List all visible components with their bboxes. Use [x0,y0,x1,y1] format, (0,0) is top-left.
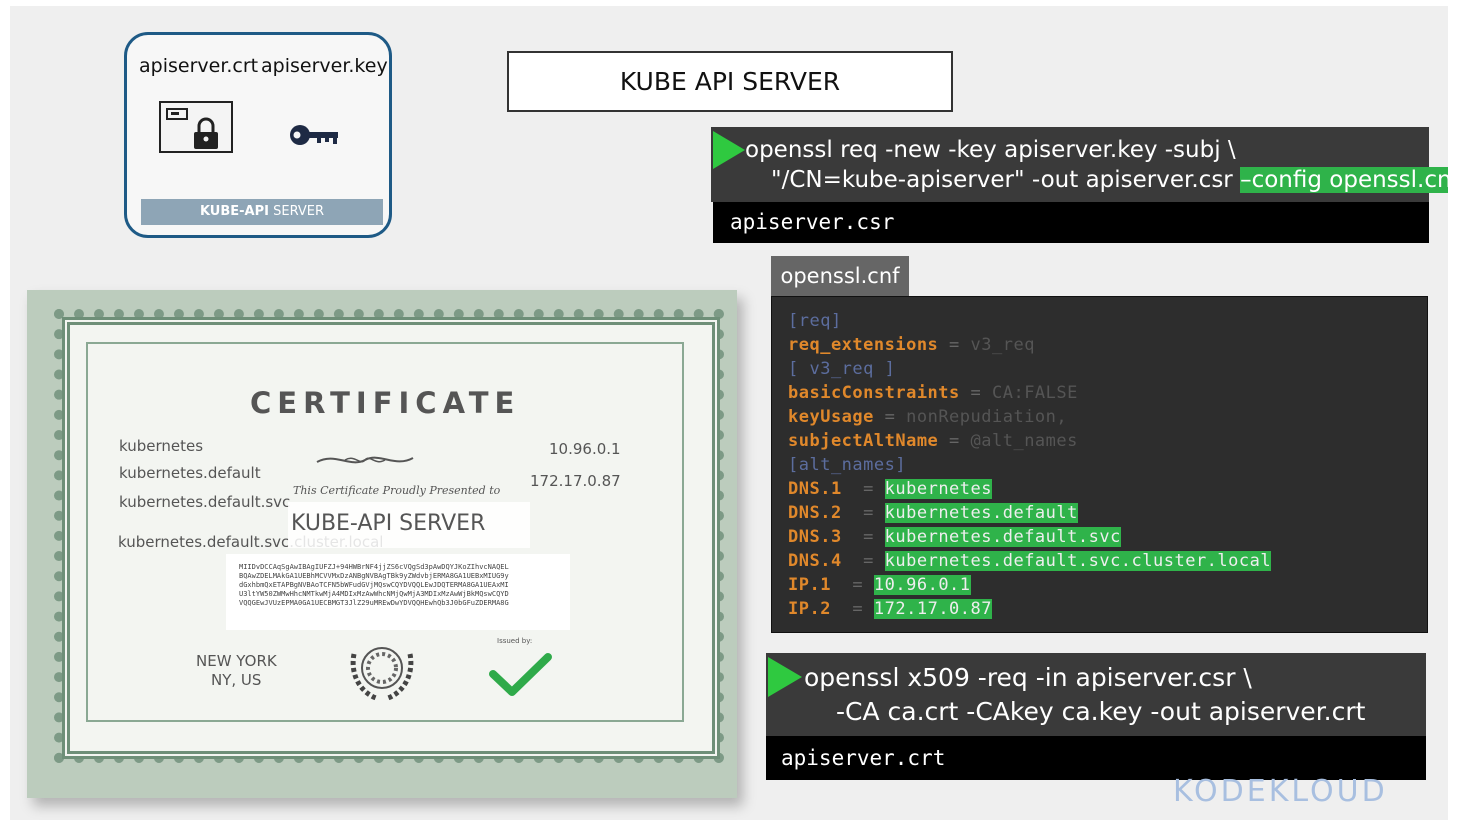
hash-line: dGxhbmQxETAPBgNVBAoTCFN5bWFudGVjMQswCQYD… [239,581,509,589]
cnf-line: keyUsage = nonRepudiation, [788,407,1068,427]
play-icon [768,657,802,697]
cnf-dns-entry: DNS.4 = kubernetes.default.svc.cluster.l… [788,551,1272,571]
hash-line: BQAwZDELMAkGA1UEBhMCVVMxDzANBgNVBAgTBk9y… [239,572,509,580]
laurel-wreath-icon [350,647,414,701]
certificate-subject: KUBE-API SERVER [291,511,486,536]
checkmark-icon [489,653,552,696]
certificate-title: CERTIFICATE [250,386,521,420]
crt-file-label: apiserver.crt [139,55,259,77]
cnf-ip-entry: IP.1 = 10.96.0.1 [788,575,971,595]
kodekloud-logo: KODEKLOUD [1173,774,1388,809]
cert-name: kubernetes.default [119,464,261,482]
crt-output-text: apiserver.crt [781,746,946,770]
cnf-dns-entry: DNS.3 = kubernetes.default.svc [788,527,1121,547]
cert-ip: 10.96.0.1 [549,440,621,458]
cnf-line: [alt_names] [788,455,907,475]
server-footer-label: KUBE-API SERVER [141,199,383,225]
hash-line: U3ltYW50ZWMwHhcNMTkwMjA4MDIxMzAwWhcNMjQw… [239,590,509,598]
hash-line: MIIDvDCCAqSgAwIBAgIUFZJ+94HWBrNF4jjZS6cV… [239,563,509,571]
sign-command-line2: -CA ca.crt -CAkey ca.key -out apiserver.… [836,697,1366,726]
cnf-file-tab: openssl.cnf [771,256,909,296]
cnf-line: subjectAltName = @alt_names [788,431,1078,451]
cnf-dns-entry: DNS.2 = kubernetes.default [788,503,1078,523]
cert-location-city: NEW YORK [196,652,277,670]
cnf-line: [req] [788,311,842,331]
slide-title: KUBE API SERVER [507,51,953,112]
cert-name: kubernetes.default.svc [119,493,291,511]
cnf-line: [ v3_req ] [788,359,896,379]
presented-text: This Certificate Proudly Presented to [293,484,501,497]
slide: apiserver.crt apiserver.key KUBE-API SER… [10,6,1448,820]
csr-command-block: openssl req -new -key apiserver.key -sub… [711,127,1448,202]
cnf-line: req_extensions = v3_req [788,335,1035,355]
sign-command-line1: openssl x509 -req -in apiserver.csr \ [804,663,1252,692]
csr-output: apiserver.csr [713,202,1429,243]
cert-name: kubernetes [119,437,204,455]
csr-output-text: apiserver.csr [730,210,895,234]
sign-command-block: openssl x509 -req -in apiserver.csr \ -C… [766,653,1426,736]
certificate-lock-icon [159,101,233,153]
cnf-dns-entry: DNS.1 = kubernetes [788,479,992,499]
key-file-label: apiserver.key [261,55,388,77]
cnf-ip-entry: IP.2 = 172.17.0.87 [788,599,992,619]
flourish-ornament-icon [316,456,414,464]
cert-location-state: NY, US [211,671,262,689]
hash-line: VQQGEwJVUzEPMA0GA1UECBMGT3JlZ29uMREwDwYD… [239,599,509,607]
issued-by-label: Issued by: [497,637,533,645]
csr-command-line1: openssl req -new -key apiserver.key -sub… [745,137,1236,163]
config-flag-highlight: –config openssl.cnf [1240,167,1448,193]
cert-ip: 172.17.0.87 [530,472,621,490]
cnf-line: basicConstraints = CA:FALSE [788,383,1078,403]
kube-api-server-card: apiserver.crt apiserver.key KUBE-API SER… [124,32,392,238]
csr-command-line2: "/CN=kube-apiserver" -out apiserver.csr … [771,167,1448,193]
play-icon [713,131,745,169]
cnf-file-body: [req] req_extensions = v3_req [ v3_req ]… [771,296,1428,633]
key-icon [290,125,338,145]
